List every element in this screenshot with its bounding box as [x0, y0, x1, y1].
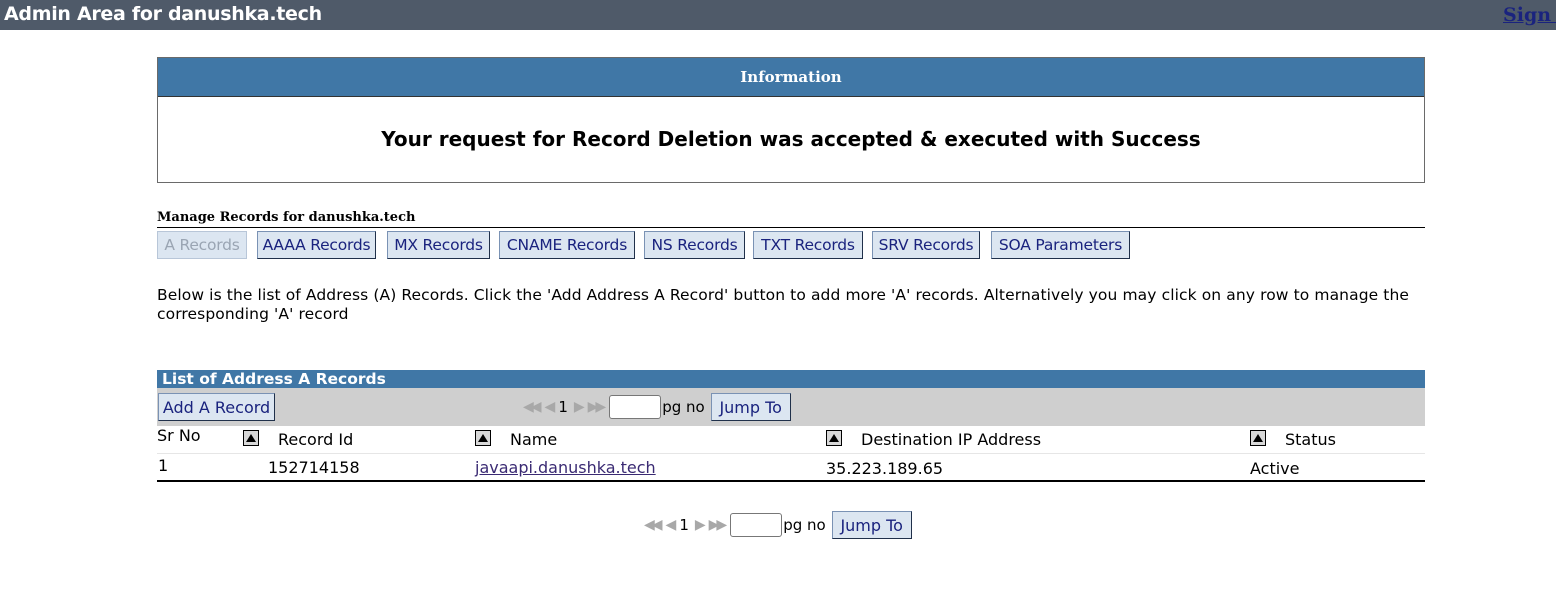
add-a-record-button[interactable]: Add A Record: [158, 393, 275, 421]
cell-status: Active: [1250, 459, 1300, 478]
prev-page-icon[interactable]: ◀: [666, 517, 677, 533]
current-page: 1: [679, 516, 689, 534]
tab-aaaa-records[interactable]: AAAA Records: [257, 231, 376, 259]
record-name-link[interactable]: javaapi.danushka.tech: [475, 458, 656, 477]
top-bar: Admin Area for danushka.tech Sign out: [0, 0, 1556, 30]
cell-name: javaapi.danushka.tech: [475, 458, 656, 477]
col-status: Status: [1285, 430, 1336, 449]
sort-name-icon[interactable]: [475, 430, 491, 446]
tab-srv-records[interactable]: SRV Records: [872, 231, 980, 259]
last-page-icon[interactable]: ▶▶: [588, 399, 606, 415]
information-heading: Information: [158, 58, 1424, 97]
page-number-input[interactable]: [730, 513, 783, 537]
page-title: Admin Area for danushka.tech: [4, 3, 322, 25]
top-pager: ◀◀ ◀ 1 ▶ ▶▶ pg no Jump To: [523, 393, 791, 421]
next-page-icon[interactable]: ▶: [695, 517, 706, 533]
header-divider: [157, 453, 1425, 454]
sort-destination-ip-icon[interactable]: [826, 430, 842, 446]
tab-mx-records[interactable]: MX Records: [387, 231, 490, 259]
jump-to-button[interactable]: Jump To: [710, 393, 791, 421]
current-page: 1: [558, 398, 568, 416]
cell-sr-no: 1: [158, 456, 169, 475]
table-bottom-rule: [157, 480, 1425, 482]
manage-records-title: Manage Records for danushka.tech: [157, 210, 416, 225]
pg-no-label: pg no: [783, 516, 826, 534]
cell-record-id: 152714158: [268, 458, 360, 477]
col-name: Name: [510, 430, 558, 449]
tab-cname-records[interactable]: CNAME Records: [499, 231, 635, 259]
records-description: Below is the list of Address (A) Records…: [157, 286, 1410, 323]
bottom-pager: ◀◀ ◀ 1 ▶ ▶▶ pg no Jump To: [644, 511, 912, 539]
sort-record-id-icon[interactable]: [243, 430, 259, 446]
first-page-icon[interactable]: ◀◀: [523, 399, 541, 415]
tab-soa-parameters[interactable]: SOA Parameters: [991, 231, 1130, 259]
tab-a-records[interactable]: A Records: [157, 231, 247, 259]
jump-to-button[interactable]: Jump To: [831, 511, 912, 539]
col-record-id: Record Id: [278, 430, 354, 449]
col-sr-no: Sr No: [157, 426, 201, 445]
first-page-icon[interactable]: ◀◀: [644, 517, 662, 533]
pg-no-label: pg no: [662, 398, 705, 416]
list-heading: List of Address A Records: [157, 370, 1425, 388]
tab-ns-records[interactable]: NS Records: [644, 231, 745, 259]
information-panel: Information Your request for Record Dele…: [157, 57, 1425, 183]
divider: [157, 227, 1425, 228]
success-message: Your request for Record Deletion was acc…: [381, 127, 1201, 151]
cell-destination-ip: 35.223.189.65: [826, 459, 944, 478]
next-page-icon[interactable]: ▶: [574, 399, 585, 415]
list-toolbar: Add A Record ◀◀ ◀ 1 ▶ ▶▶ pg no Jump To: [157, 388, 1425, 426]
sign-out-link[interactable]: Sign out: [1503, 4, 1556, 26]
sort-status-icon[interactable]: [1250, 430, 1266, 446]
last-page-icon[interactable]: ▶▶: [709, 517, 727, 533]
col-destination-ip: Destination IP Address: [861, 430, 1042, 449]
prev-page-icon[interactable]: ◀: [545, 399, 556, 415]
tab-txt-records[interactable]: TXT Records: [753, 231, 863, 259]
page-number-input[interactable]: [609, 395, 662, 419]
